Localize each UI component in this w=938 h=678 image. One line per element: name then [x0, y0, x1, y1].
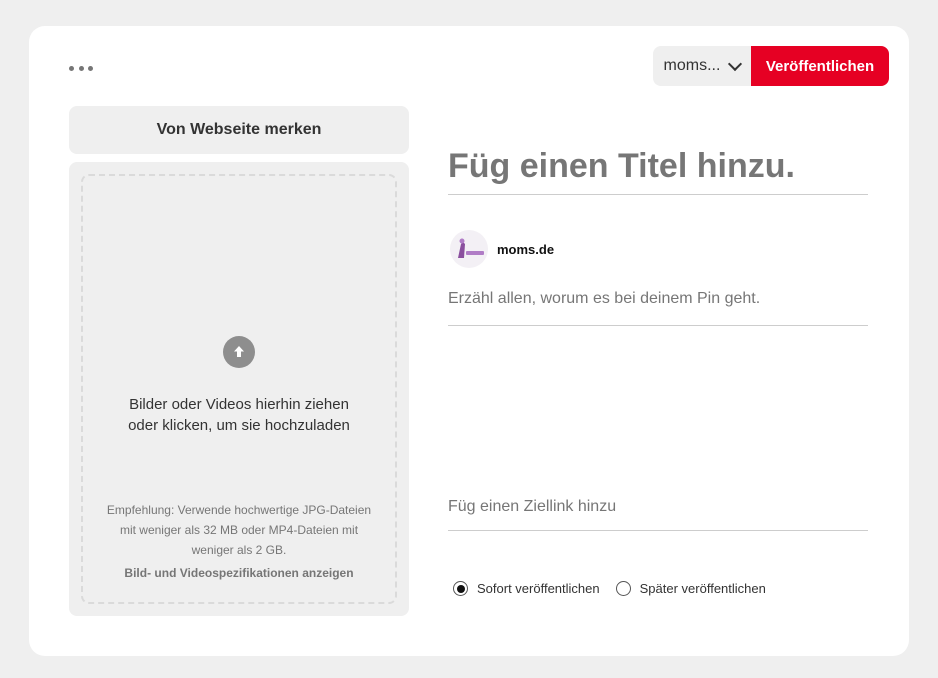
arrow-up-circle-icon — [223, 336, 255, 368]
save-from-website-button[interactable]: Von Webseite merken — [69, 106, 409, 154]
upload-instructions: Bilder oder Videos hierhin ziehen oder k… — [128, 396, 350, 434]
destination-link-input[interactable]: Füg einen Ziellink hinzu — [448, 498, 868, 531]
publish-later-radio[interactable] — [615, 581, 631, 596]
publish-button[interactable]: Veröffentlichen — [751, 46, 889, 86]
avatar — [450, 230, 488, 268]
dot — [78, 65, 84, 71]
publish-now-label: Sofort veröffentlichen — [477, 581, 600, 596]
board-select-dropdown[interactable]: moms... — [653, 46, 751, 86]
description-input[interactable]: Erzähl allen, worum es bei deinem Pin ge… — [448, 290, 868, 326]
upload-dropzone[interactable]: Bilder oder Videos hierhin ziehen oder k… — [81, 174, 397, 604]
dot — [88, 65, 93, 71]
account-name: moms.de — [497, 242, 555, 257]
publish-later-label: Später veröffentlichen — [639, 581, 766, 596]
title-input[interactable]: Füg einen Titel hinzu. — [448, 138, 868, 195]
upload-panel: Bilder oder Videos hierhin ziehen oder k… — [69, 162, 409, 616]
upload-recommendation: Empfehlung: Verwende hochwertige JPG-Dat… — [106, 503, 372, 557]
dot — [69, 65, 74, 71]
publish-now-radio[interactable] — [453, 581, 468, 596]
publish-timing-options: Sofort veröffentlichen Später veröffentl… — [453, 581, 782, 596]
chevron-down-icon — [728, 56, 743, 71]
more-options-icon[interactable] — [69, 62, 93, 74]
pin-builder-card: moms... Veröffentlichen Von Webseite mer… — [29, 26, 909, 656]
board-select-value: moms... — [663, 57, 721, 74]
publish-later-option[interactable]: Später veröffentlichen — [615, 581, 766, 596]
specs-link[interactable]: Bild- und Videospezifikationen anzeigen — [103, 566, 375, 580]
publish-now-option[interactable]: Sofort veröffentlichen — [453, 581, 600, 596]
